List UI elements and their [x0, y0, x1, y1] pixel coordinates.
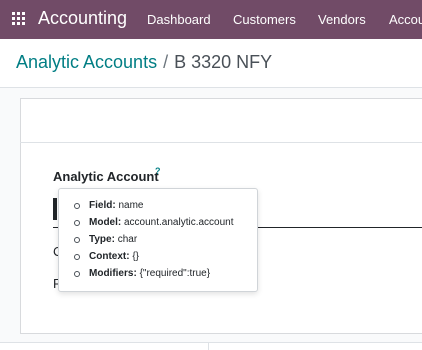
bottom-divider	[208, 342, 209, 350]
menu-dashboard[interactable]: Dashboard	[147, 12, 211, 27]
tooltip-row-model: Model: account.analytic.account	[59, 214, 257, 231]
breadcrumb-current: B 3320 NFY	[174, 52, 273, 72]
menu-accounting[interactable]: Accou	[389, 12, 422, 27]
tooltip-row-context: Context: {}	[59, 248, 257, 265]
top-navbar: Accounting Dashboard Customers Vendors A…	[0, 0, 422, 39]
breadcrumb: Analytic Accounts / B 3320 NFY	[16, 52, 272, 73]
field-info-tooltip: Field: name Model: account.analytic.acco…	[58, 188, 258, 292]
breadcrumb-parent-link[interactable]: Analytic Accounts	[16, 52, 157, 72]
menu-vendors[interactable]: Vendors	[318, 12, 366, 27]
sheet-header-divider	[20, 142, 422, 143]
bottom-panel	[0, 342, 422, 350]
breadcrumb-separator: /	[163, 52, 169, 72]
tooltip-row-field: Field: name	[59, 197, 257, 214]
text-cursor	[53, 198, 57, 220]
help-tooltip-icon[interactable]: ?	[155, 166, 161, 176]
analytic-account-label: Analytic Account	[53, 169, 159, 184]
tooltip-row-modifiers: Modifiers: {"required":true}	[59, 265, 257, 282]
app-name[interactable]: Accounting	[38, 8, 127, 29]
menu-customers[interactable]: Customers	[233, 12, 296, 27]
apps-grid-icon[interactable]	[12, 12, 25, 25]
tooltip-row-type: Type: char	[59, 231, 257, 248]
